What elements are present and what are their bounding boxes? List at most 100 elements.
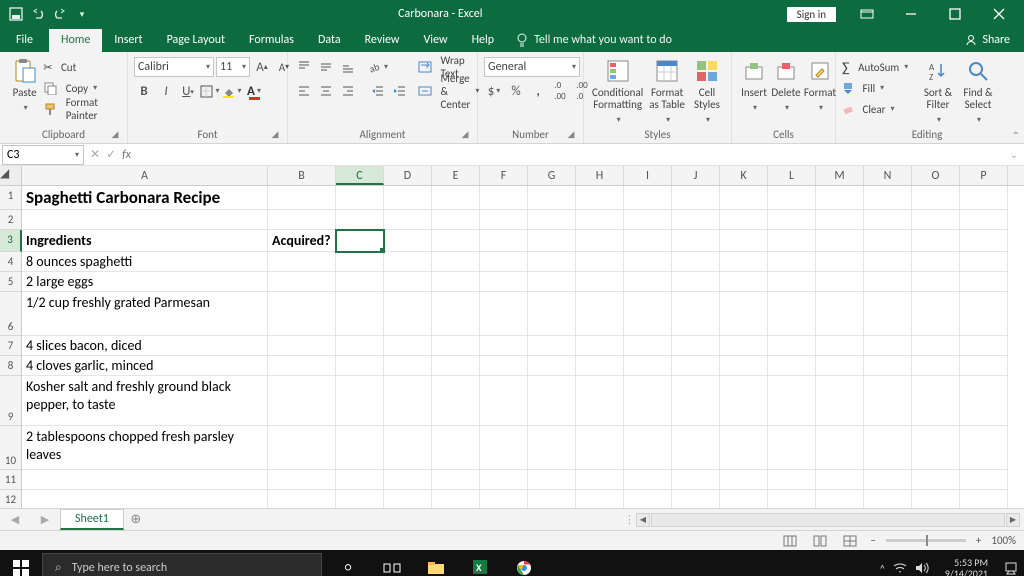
volume-icon[interactable]: [915, 562, 929, 574]
row-header-12[interactable]: 12: [0, 490, 22, 508]
align-middle-icon[interactable]: [316, 57, 336, 77]
row-header-1[interactable]: 1: [0, 186, 22, 210]
tab-help[interactable]: Help: [460, 29, 507, 52]
cell-I5[interactable]: [624, 272, 672, 292]
cell-N9[interactable]: [864, 376, 912, 426]
page-break-view-icon[interactable]: [840, 533, 860, 549]
decrease-indent-icon[interactable]: [368, 81, 388, 101]
cell-J11[interactable]: [672, 470, 720, 490]
cell-B6[interactable]: [268, 292, 336, 336]
cell-B12[interactable]: [268, 490, 336, 508]
sort-filter-button[interactable]: AZSort & Filter: [918, 55, 958, 127]
cell-B11[interactable]: [268, 470, 336, 490]
undo-icon[interactable]: [28, 4, 48, 24]
excel-taskbar-icon[interactable]: X: [460, 550, 500, 576]
cell-A12[interactable]: [22, 490, 268, 508]
cell-M9[interactable]: [816, 376, 864, 426]
col-header-A[interactable]: A: [22, 166, 268, 185]
redo-icon[interactable]: [50, 4, 70, 24]
cell-D2[interactable]: [384, 210, 432, 230]
cell-P9[interactable]: [960, 376, 1008, 426]
cell-O2[interactable]: [912, 210, 960, 230]
system-clock[interactable]: 5:53 PM9/14/2021: [937, 557, 996, 576]
cell-P8[interactable]: [960, 356, 1008, 376]
row-header-4[interactable]: 4: [0, 252, 22, 272]
page-layout-view-icon[interactable]: [810, 533, 830, 549]
row-header-10[interactable]: 10: [0, 426, 22, 470]
cell-C4[interactable]: [336, 252, 384, 272]
cell-I2[interactable]: [624, 210, 672, 230]
cell-N1[interactable]: [864, 186, 912, 210]
number-format-combo[interactable]: General▾: [484, 57, 580, 77]
fx-icon[interactable]: fx: [122, 148, 131, 162]
col-header-C[interactable]: C: [336, 166, 384, 185]
cell-B9[interactable]: [268, 376, 336, 426]
cell-N6[interactable]: [864, 292, 912, 336]
cell-G1[interactable]: [528, 186, 576, 210]
cell-N3[interactable]: [864, 230, 912, 252]
cell-O12[interactable]: [912, 490, 960, 508]
cell-D4[interactable]: [384, 252, 432, 272]
cell-G5[interactable]: [528, 272, 576, 292]
cell-J6[interactable]: [672, 292, 720, 336]
font-dialog-icon[interactable]: ◢: [269, 129, 281, 141]
file-explorer-icon[interactable]: [416, 550, 456, 576]
cell-P11[interactable]: [960, 470, 1008, 490]
cell-L10[interactable]: [768, 426, 816, 470]
cell-P4[interactable]: [960, 252, 1008, 272]
cell-D9[interactable]: [384, 376, 432, 426]
sheet-tab[interactable]: Sheet1: [60, 509, 124, 530]
sign-in-button[interactable]: Sign in: [787, 7, 836, 22]
cell-M11[interactable]: [816, 470, 864, 490]
delete-cells-button[interactable]: Delete: [770, 55, 802, 115]
cell-F1[interactable]: [480, 186, 528, 210]
italic-button[interactable]: I: [156, 81, 176, 101]
formula-input[interactable]: [137, 145, 1004, 165]
cell-H4[interactable]: [576, 252, 624, 272]
col-header-B[interactable]: B: [268, 166, 336, 185]
cell-C7[interactable]: [336, 336, 384, 356]
copy-button[interactable]: Copy: [43, 78, 121, 98]
cell-C1[interactable]: [336, 186, 384, 210]
cell-K11[interactable]: [720, 470, 768, 490]
cell-K4[interactable]: [720, 252, 768, 272]
format-painter-button[interactable]: Format Painter: [43, 99, 121, 119]
select-all-corner[interactable]: ◢: [0, 166, 22, 185]
cell-H10[interactable]: [576, 426, 624, 470]
grow-font-icon[interactable]: A▴: [252, 57, 272, 77]
expand-formula-icon[interactable]: ⌄: [1004, 148, 1024, 161]
cell-F9[interactable]: [480, 376, 528, 426]
cell-L5[interactable]: [768, 272, 816, 292]
cell-J2[interactable]: [672, 210, 720, 230]
font-color-button[interactable]: A: [244, 81, 264, 101]
col-header-K[interactable]: K: [720, 166, 768, 185]
merge-center-button[interactable]: Merge & Center: [418, 81, 479, 101]
cell-I3[interactable]: [624, 230, 672, 252]
cell-G6[interactable]: [528, 292, 576, 336]
cell-K9[interactable]: [720, 376, 768, 426]
cell-I9[interactable]: [624, 376, 672, 426]
cell-F4[interactable]: [480, 252, 528, 272]
bold-button[interactable]: B: [134, 81, 154, 101]
cell-J5[interactable]: [672, 272, 720, 292]
underline-button[interactable]: U▾: [178, 81, 198, 101]
chrome-icon[interactable]: [504, 550, 544, 576]
cell-D10[interactable]: [384, 426, 432, 470]
task-view-icon[interactable]: [372, 550, 412, 576]
cell-F3[interactable]: [480, 230, 528, 252]
cell-O8[interactable]: [912, 356, 960, 376]
col-header-J[interactable]: J: [672, 166, 720, 185]
cell-G8[interactable]: [528, 356, 576, 376]
cell-L12[interactable]: [768, 490, 816, 508]
cell-E3[interactable]: [432, 230, 480, 252]
cell-N4[interactable]: [864, 252, 912, 272]
accounting-button[interactable]: $: [484, 81, 504, 101]
cell-E10[interactable]: [432, 426, 480, 470]
cell-O6[interactable]: [912, 292, 960, 336]
zoom-in-icon[interactable]: +: [976, 534, 981, 547]
cell-A4[interactable]: 8 ounces spaghetti: [22, 252, 268, 272]
cell-L1[interactable]: [768, 186, 816, 210]
cell-H5[interactable]: [576, 272, 624, 292]
cell-N2[interactable]: [864, 210, 912, 230]
cell-C8[interactable]: [336, 356, 384, 376]
